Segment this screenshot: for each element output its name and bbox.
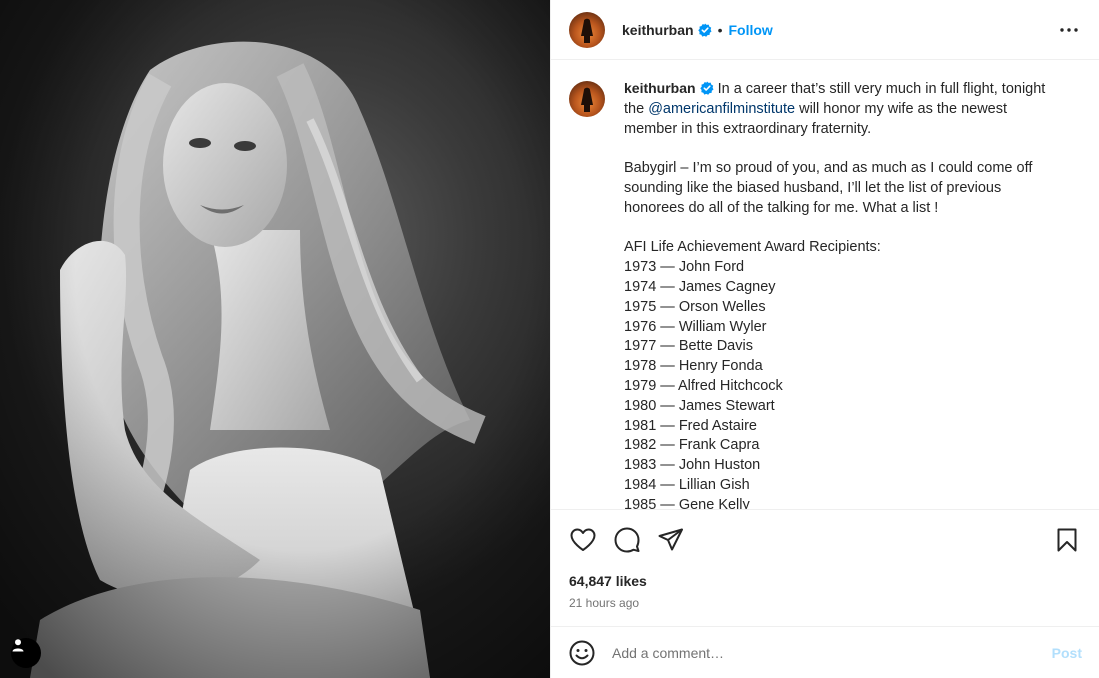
portrait-image bbox=[0, 0, 550, 678]
list-item: 1979 — Alfred Hitchcock bbox=[624, 377, 783, 394]
save-button[interactable] bbox=[1053, 526, 1081, 554]
caption-avatar[interactable] bbox=[569, 81, 605, 117]
caption-paragraph-1: keithurban In a career that’s still very… bbox=[624, 79, 1064, 139]
caption-section[interactable]: keithurban In a career that’s still very… bbox=[551, 61, 1099, 510]
list-item: 1985 — Gene Kelly bbox=[624, 496, 750, 510]
emoji-button[interactable] bbox=[569, 640, 595, 666]
likes-count[interactable]: 64,847 likes bbox=[569, 573, 647, 589]
comment-input[interactable] bbox=[612, 644, 1052, 661]
comment-bar: Post bbox=[551, 626, 1099, 678]
verified-badge-icon bbox=[697, 23, 712, 37]
avatar[interactable] bbox=[569, 11, 605, 48]
avatar-image bbox=[581, 18, 593, 43]
list-item: 1984 — Lillian Gish bbox=[624, 476, 750, 493]
separator-dot: • bbox=[717, 21, 723, 38]
list-item: 1973 — John Ford bbox=[624, 259, 745, 276]
list-item: 1981 — Fred Astaire bbox=[624, 417, 757, 434]
post-header: keithurban • Follow bbox=[551, 0, 1099, 60]
caption-paragraph-2: Babygirl – I’m so proud of you, and as m… bbox=[624, 160, 1033, 216]
like-button[interactable] bbox=[569, 526, 597, 554]
comment-icon bbox=[614, 527, 640, 553]
list-item: 1978 — Henry Fonda bbox=[624, 358, 763, 375]
caption-username[interactable]: keithurban bbox=[624, 80, 696, 96]
bookmark-icon bbox=[1057, 528, 1077, 552]
post-timestamp[interactable]: 21 hours ago bbox=[569, 596, 639, 610]
post-side-panel: keithurban • Follow keithurban In a care… bbox=[550, 0, 1099, 678]
heart-icon bbox=[570, 528, 596, 551]
more-options-button[interactable] bbox=[1057, 18, 1081, 42]
share-button[interactable] bbox=[657, 526, 685, 554]
verified-badge-icon bbox=[699, 81, 714, 95]
paper-plane-icon bbox=[658, 528, 683, 551]
avatar-image bbox=[581, 87, 593, 112]
list-item: 1980 — James Stewart bbox=[624, 397, 775, 414]
follow-button[interactable]: Follow bbox=[728, 22, 772, 38]
list-item: 1974 — James Cagney bbox=[624, 278, 776, 295]
list-title: AFI Life Achievement Award Recipients: bbox=[624, 239, 881, 256]
user-tag-icon bbox=[12, 639, 24, 652]
post-photo[interactable] bbox=[0, 0, 550, 678]
user-tag-button[interactable] bbox=[11, 638, 41, 668]
post-comment-button[interactable]: Post bbox=[1052, 645, 1082, 661]
list-item: 1983 — John Huston bbox=[624, 457, 761, 474]
action-bar bbox=[569, 524, 1081, 556]
list-item: 1982 — Frank Capra bbox=[624, 437, 760, 454]
caption-text: keithurban In a career that’s still very… bbox=[624, 79, 1064, 510]
more-dots-icon bbox=[1060, 27, 1078, 32]
list-item: 1977 — Bette Davis bbox=[624, 338, 753, 355]
caption-row: keithurban In a career that’s still very… bbox=[569, 79, 1082, 510]
header-username[interactable]: keithurban bbox=[622, 22, 694, 38]
comment-button[interactable] bbox=[613, 526, 641, 554]
list-item: 1976 — William Wyler bbox=[624, 318, 767, 335]
mention-link[interactable]: @americanfilminstitute bbox=[648, 101, 795, 117]
smiley-icon bbox=[569, 640, 595, 665]
list-item: 1975 — Orson Welles bbox=[624, 298, 766, 315]
